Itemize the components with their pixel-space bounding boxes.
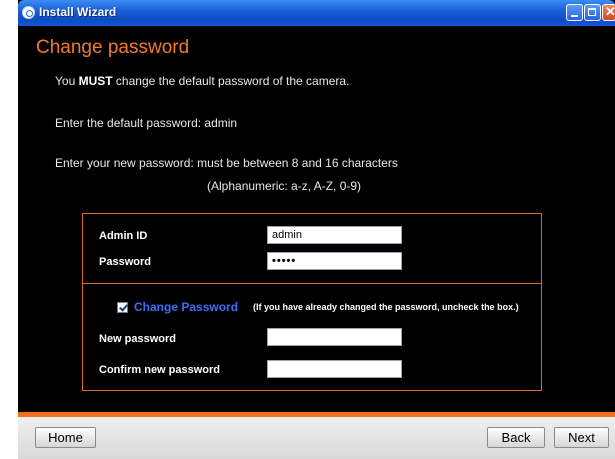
next-button[interactable]: Next (554, 427, 609, 448)
default-password-text: Enter the default password: admin (55, 116, 238, 130)
must-suffix: change the default password of the camer… (112, 74, 350, 88)
change-password-note: (If you have already changed the passwor… (253, 302, 519, 312)
home-button[interactable]: Home (35, 427, 96, 448)
must-change-text: You MUST change the default password of … (55, 74, 349, 88)
confirm-password-label: Confirm new password (99, 364, 221, 376)
app-icon (22, 6, 35, 19)
admin-id-label: Admin ID (99, 230, 148, 242)
change-password-checkbox[interactable] (117, 302, 128, 313)
change-password-label[interactable]: Change Password (134, 300, 238, 314)
install-wizard-window: Install Wizard ✕ Change password You MUS… (18, 0, 615, 459)
new-password-label: New password (99, 333, 177, 345)
new-password-requirements: Enter your new password: must be between… (55, 156, 398, 170)
title-bar[interactable]: Install Wizard ✕ (18, 0, 615, 26)
confirm-password-field[interactable] (267, 360, 402, 378)
must-prefix: You (55, 74, 79, 88)
minimize-button[interactable] (566, 4, 583, 21)
password-label: Password (99, 256, 151, 268)
password-field[interactable]: ••••• (267, 252, 402, 270)
window-title: Install Wizard (39, 5, 117, 19)
close-button[interactable]: ✕ (602, 4, 615, 21)
admin-id-field[interactable]: admin (267, 226, 402, 244)
new-password-field[interactable] (267, 328, 402, 346)
maximize-button[interactable] (584, 4, 601, 21)
must-emphasis: MUST (78, 74, 113, 88)
close-icon: ✕ (605, 4, 615, 19)
back-button[interactable]: Back (487, 427, 545, 448)
panel-divider (82, 283, 542, 284)
page-title: Change password (36, 37, 190, 58)
alphanumeric-hint: (Alphanumeric: a-z, A-Z, 0-9) (207, 179, 362, 193)
